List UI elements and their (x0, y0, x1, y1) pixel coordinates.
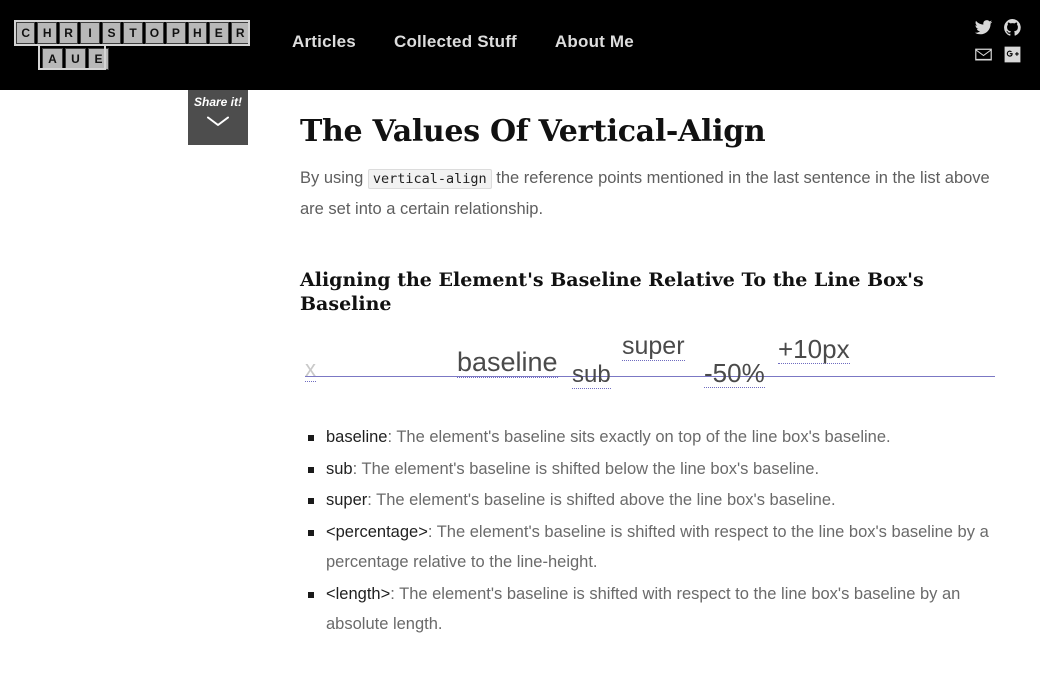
section-title: Aligning the Element's Baseline Relative… (300, 269, 924, 315)
article-content: The Values Of Vertical-Align By using ve… (300, 90, 1000, 641)
share-tab[interactable]: Share it! (188, 90, 248, 145)
logo-cell: U (65, 48, 86, 70)
logo-cell: R (230, 22, 250, 44)
main-navigation: Articles Collected Stuff About Me (292, 32, 634, 52)
list-item: <percentage>: The element's baseline is … (300, 517, 990, 578)
value-description: The element's baseline is shifted below … (357, 459, 820, 478)
logo-row-christopher: CHRISTOPHER (14, 20, 250, 46)
value-term: super (326, 491, 368, 509)
logo-cell: R (58, 22, 79, 44)
vertical-align-values-list: baseline: The element's baseline sits ex… (300, 422, 990, 640)
value-description: The element's baseline is shifted with r… (326, 584, 961, 634)
logo-cell: H (187, 22, 208, 44)
demo-word-super: super (622, 332, 685, 361)
intro-text-before: By using (300, 169, 368, 187)
logo-cell: H (37, 22, 57, 44)
value-term: sub (326, 459, 353, 478)
logo-cell: E (209, 22, 229, 44)
demo-word-x: x (305, 356, 316, 382)
list-item: <length>: The element's baseline is shif… (300, 579, 990, 640)
nav-about-me[interactable]: About Me (555, 32, 634, 52)
logo-cell: P (166, 22, 186, 44)
logo-cell: E (88, 48, 109, 70)
intro-paragraph: By using vertical-align the reference po… (300, 163, 990, 224)
logo-row-aue: AUE (14, 46, 250, 72)
site-header: CHRISTOPHER AUE Articles Collected Stuff… (0, 0, 1040, 90)
value-term: baseline (326, 428, 388, 446)
nav-collected-stuff[interactable]: Collected Stuff (394, 32, 517, 52)
demo-word-sub: sub (572, 361, 611, 389)
demo-word-length: +10px (778, 334, 850, 364)
page-title: The Values Of Vertical-Align (300, 114, 766, 149)
demo-baseline-rule (305, 376, 995, 377)
list-item: baseline: The element's baseline sits ex… (300, 422, 990, 453)
twitter-icon[interactable] (974, 18, 993, 37)
list-item: sub: The element's baseline is shifted b… (300, 454, 990, 485)
envelope-icon[interactable] (974, 45, 993, 64)
inline-code-vertical-align: vertical-align (367, 169, 492, 189)
demo-word-baseline: baseline (457, 347, 558, 378)
value-term: <length> (326, 584, 391, 603)
value-term: <percentage> (326, 522, 428, 541)
value-description: The element's baseline sits exactly on t… (392, 428, 891, 446)
chevron-down-icon (207, 116, 229, 127)
logo-cell: A (42, 48, 63, 70)
logo-cell: S (101, 22, 122, 44)
logo-cell: C (16, 22, 36, 44)
logo-cell: O (144, 22, 165, 44)
google-plus-icon[interactable] (1003, 45, 1022, 64)
value-description: The element's baseline is shifted above … (371, 491, 836, 509)
list-item: super: The element's baseline is shifted… (300, 485, 990, 516)
logo-cell: I (80, 22, 100, 44)
vertical-align-demo: x baseline sub super -50% +10px (300, 334, 995, 396)
social-links (974, 18, 1022, 64)
github-icon[interactable] (1003, 18, 1022, 37)
site-logo[interactable]: CHRISTOPHER AUE (14, 20, 250, 72)
share-tab-label: Share it! (193, 95, 242, 109)
logo-cell: T (123, 22, 143, 44)
nav-articles[interactable]: Articles (292, 32, 356, 52)
demo-word-percentage: -50% (704, 358, 765, 388)
